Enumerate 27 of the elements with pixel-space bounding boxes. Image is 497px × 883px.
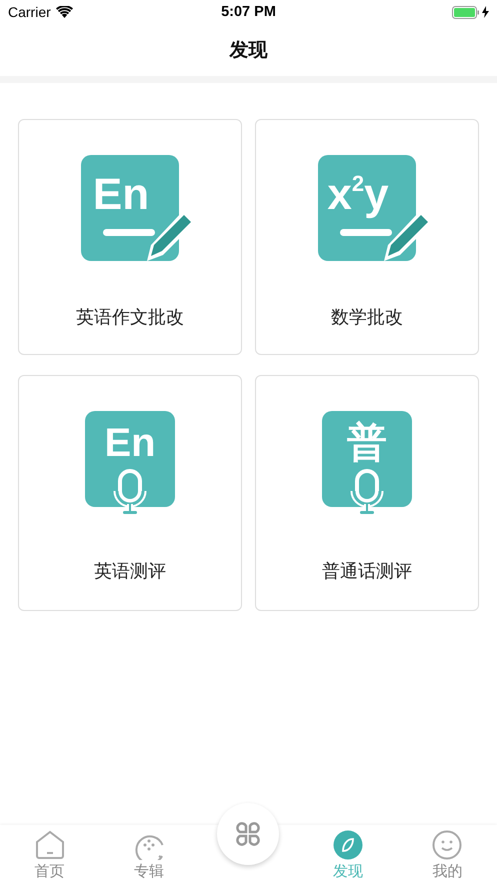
card-label: 英语测评 bbox=[94, 560, 166, 583]
feature-card[interactable]: En 英语测评 bbox=[18, 375, 242, 611]
tab-item[interactable]: 专辑 bbox=[99, 825, 198, 883]
icon-letters: En bbox=[104, 423, 156, 463]
status-time: 5:07 PM bbox=[221, 4, 276, 20]
tab-item[interactable]: 我的 bbox=[398, 825, 497, 883]
writing-line bbox=[340, 229, 392, 236]
card-label: 数学批改 bbox=[331, 306, 403, 329]
clover-icon bbox=[234, 820, 262, 848]
icon-letters: 普 bbox=[347, 423, 387, 463]
card-label: 普通话测评 bbox=[322, 560, 412, 583]
feature-card[interactable]: En 英语作文批改 bbox=[18, 119, 242, 355]
feature-card[interactable]: x$^{2}$y 数学批改 bbox=[255, 119, 479, 355]
tab-item[interactable]: 首页 bbox=[0, 825, 100, 883]
carrier-name: Carrier bbox=[8, 4, 51, 20]
icon-letters: En bbox=[92, 173, 150, 217]
feature-card[interactable]: 普 普通话测评 bbox=[255, 375, 479, 611]
icon-letters: x$^{2}$y bbox=[327, 173, 389, 217]
battery-icon bbox=[452, 6, 480, 18]
compass-icon bbox=[333, 830, 364, 860]
house-icon bbox=[34, 830, 66, 860]
writing-line bbox=[103, 229, 155, 236]
page-title: 发现 bbox=[230, 39, 268, 63]
card-label: 英语作文批改 bbox=[76, 306, 184, 329]
wifi-icon bbox=[56, 6, 73, 18]
center-menu-button[interactable] bbox=[217, 803, 279, 865]
smiley-icon bbox=[432, 830, 462, 860]
